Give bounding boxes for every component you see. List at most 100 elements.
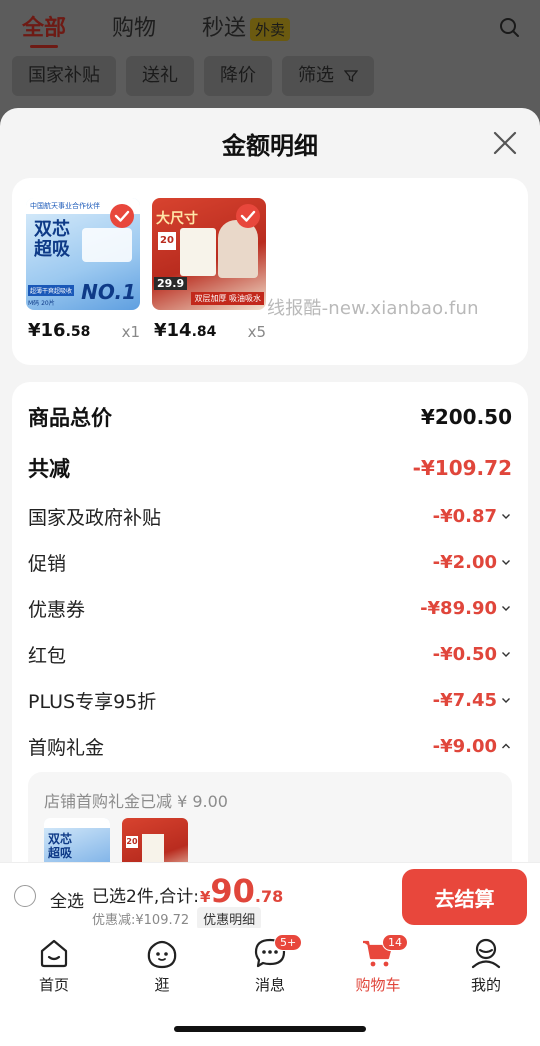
product-image: 中国航天事业合作伙伴 双芯 超吸 NO.1 超薄干爽超吸收 M码 20片 — [26, 198, 140, 310]
product-image-feature: 超薄干爽超吸收 — [28, 285, 75, 296]
detail-row-value-wrap: -¥2.00 — [433, 552, 512, 573]
product-image-pack — [82, 228, 132, 262]
bg-tab-express-label: 秒送 — [202, 16, 247, 41]
detail-row-value-wrap: -¥9.00 — [433, 736, 512, 757]
detail-row-value-wrap: -¥0.50 — [433, 644, 512, 665]
discount-summary: 优惠减:¥109.72 优惠明细 — [92, 907, 262, 930]
home-indicator — [174, 1026, 366, 1032]
tab-cart[interactable]: 14 购物车 — [338, 934, 418, 995]
detail-row-subsidy[interactable]: 国家及政府补贴 -¥0.87 — [28, 501, 512, 531]
chevron-down-icon — [502, 698, 510, 703]
detail-row-value-wrap: -¥0.87 — [433, 506, 512, 527]
detail-row-value: -¥2.00 — [432, 551, 497, 573]
product-item[interactable]: 大尺寸 20 29.9 双层加厚 吸油吸水 ¥14.84 x5 — [152, 198, 266, 341]
bg-tab-express[interactable]: 秒送 外卖 — [202, 10, 291, 42]
detail-row-total-reduction: 共减 -¥109.72 — [28, 453, 512, 483]
discount-text: 优惠减:¥109.72 — [92, 913, 190, 928]
detail-row-label: 红包 — [28, 644, 67, 667]
tab-browse[interactable]: 逛 — [122, 936, 202, 995]
chip-price-drop[interactable]: 降价 — [204, 56, 272, 96]
product-price-int: ¥16 — [28, 320, 66, 341]
chip-filter[interactable]: 筛选 — [282, 56, 374, 96]
chevron-down-icon — [502, 652, 510, 657]
product-item[interactable]: 中国航天事业合作伙伴 双芯 超吸 NO.1 超薄干爽超吸收 M码 20片 ¥16.… — [26, 198, 140, 341]
tab-me[interactable]: 我的 — [446, 936, 526, 995]
gift-note: 店铺首购礼金已减 ¥ 9.00 — [44, 792, 228, 811]
product-quantity: x1 — [121, 323, 140, 341]
product-price: ¥14.84 — [154, 320, 216, 341]
detail-row-value: ¥200.50 — [420, 405, 512, 429]
thumb-topbar — [44, 818, 110, 828]
chevron-down-icon — [502, 606, 510, 611]
detail-row-label: 国家及政府补贴 — [28, 506, 162, 529]
tab-label: 首页 — [38, 976, 69, 994]
detail-row-first-purchase-gift[interactable]: 首购礼金 -¥9.00 — [28, 731, 512, 761]
discount-detail-button[interactable]: 优惠明细 — [197, 907, 262, 930]
close-icon[interactable] — [490, 128, 520, 158]
product-image: 大尺寸 20 29.9 双层加厚 吸油吸水 — [152, 198, 266, 310]
thumb-count: 20 — [126, 836, 138, 848]
tab-messages[interactable]: 5+ 消息 — [230, 934, 310, 995]
filter-icon — [343, 70, 359, 83]
home-icon — [40, 939, 68, 968]
detail-row-plus-discount[interactable]: PLUS专享95折 -¥7.45 — [28, 685, 512, 715]
detail-row-red-packet[interactable]: 红包 -¥0.50 — [28, 639, 512, 669]
detail-row-label: 首购礼金 — [28, 736, 105, 759]
select-all-label[interactable]: 全选 — [50, 887, 84, 912]
chevron-up-icon — [502, 743, 510, 749]
tab-home[interactable]: 首页 — [14, 936, 94, 995]
product-image-headline: 双芯 超吸 — [34, 220, 70, 260]
product-checked-icon[interactable] — [110, 204, 134, 228]
detail-row-label: 优惠券 — [28, 598, 86, 621]
background-tabs: 全部 购物 秒送 外卖 — [22, 10, 336, 48]
product-image-count: 20 — [158, 232, 176, 250]
selected-count-text: 已选2件,合计: — [92, 887, 199, 907]
total-int: 90 — [210, 872, 255, 910]
thumb-headline-line2: 超吸 — [48, 846, 73, 860]
message-badge: 5+ — [274, 934, 303, 951]
product-quantity: x5 — [247, 323, 266, 341]
chip-national-subsidy[interactable]: 国家补贴 — [12, 56, 116, 96]
bg-tab-shopping[interactable]: 购物 — [112, 10, 156, 42]
product-price-dec: .84 — [191, 324, 217, 340]
chevron-down-icon — [502, 514, 510, 519]
detail-row-label: 共减 — [28, 457, 70, 481]
detail-row-value: -¥0.50 — [432, 643, 497, 665]
detail-row-value: -¥109.72 — [412, 456, 512, 480]
total-yen: ¥ — [199, 888, 211, 906]
tab-label: 消息 — [254, 976, 285, 994]
product-image-roll — [180, 228, 216, 276]
detail-row-value: -¥89.90 — [420, 597, 497, 619]
checkout-bar: 全选 已选2件,合计: ¥ 90 .78 优惠减:¥109.72 优惠明细 去结… — [0, 862, 540, 930]
detail-row-label: PLUS专享95折 — [28, 690, 157, 713]
product-image-size: M码 20片 — [28, 300, 55, 307]
filter-chips: 国家补贴 送礼 降价 筛选 — [12, 56, 384, 96]
chip-gift[interactable]: 送礼 — [126, 56, 194, 96]
product-price-int: ¥14 — [154, 320, 192, 341]
user-icon — [471, 938, 501, 969]
select-all-checkbox[interactable] — [14, 885, 36, 907]
detail-row-promotion[interactable]: 促销 -¥2.00 — [28, 547, 512, 577]
product-checked-icon[interactable] — [236, 204, 260, 228]
chip-filter-label: 筛选 — [298, 65, 334, 86]
detail-row-label: 促销 — [28, 552, 67, 575]
checkout-button[interactable]: 去结算 — [402, 869, 527, 925]
thumb-headline-line1: 双芯 — [48, 832, 73, 846]
detail-row-label: 商品总价 — [28, 406, 112, 430]
face-icon — [147, 940, 177, 969]
search-icon[interactable] — [498, 16, 520, 38]
product-price-dec: .58 — [65, 324, 91, 340]
watermark: 线报酷-new.xianbao.fun — [267, 298, 479, 319]
bg-tab-all[interactable]: 全部 — [22, 10, 66, 48]
detail-row-total: 商品总价 ¥200.50 — [28, 402, 512, 432]
detail-row-value-wrap: -¥89.90 — [420, 598, 512, 619]
detail-row-value: -¥7.45 — [432, 689, 497, 711]
product-price: ¥16.58 — [28, 320, 90, 341]
total-dec: .78 — [254, 887, 284, 906]
product-image-headline-line2: 超吸 — [34, 239, 70, 260]
selected-products-card: 中国航天事业合作伙伴 双芯 超吸 NO.1 超薄干爽超吸收 M码 20片 ¥16.… — [12, 178, 528, 365]
waimai-badge: 外卖 — [250, 17, 291, 41]
detail-row-coupon[interactable]: 优惠券 -¥89.90 — [28, 593, 512, 623]
thumb-headline: 双芯 超吸 — [48, 832, 72, 860]
cart-badge: 14 — [382, 934, 408, 951]
